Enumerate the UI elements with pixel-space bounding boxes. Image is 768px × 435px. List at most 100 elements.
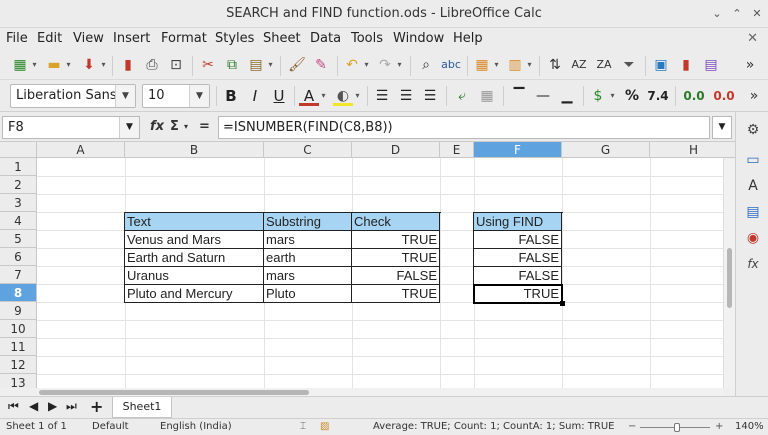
highlight-icon[interactable]: ◐ [333, 86, 353, 106]
redo-icon[interactable]: ↷ [375, 55, 395, 75]
toolbar-overflow-icon[interactable]: » [744, 86, 764, 106]
paste-dropdown-icon[interactable]: ▾ [267, 55, 274, 75]
sum-icon[interactable]: Σ [170, 119, 179, 134]
document-modified-icon[interactable]: ▨ [320, 421, 329, 432]
menu-data[interactable]: Data [310, 31, 341, 46]
cell-d8[interactable]: TRUE [352, 285, 440, 303]
page-style[interactable]: Default [92, 421, 129, 432]
menu-tools[interactable]: Tools [351, 31, 383, 46]
row-header-5[interactable]: 5 [0, 230, 37, 248]
cell-c7[interactable]: mars [264, 267, 352, 285]
row-header-13[interactable]: 13 [0, 374, 37, 388]
new-document-icon[interactable]: ▦ [10, 55, 30, 75]
row-header-4[interactable]: 4 [0, 212, 37, 230]
save-dropdown-icon[interactable]: ▾ [100, 55, 107, 75]
formula-input[interactable]: =ISNUMBER(FIND(C8,B8)) [218, 116, 710, 139]
chevron-down-icon[interactable]: ▼ [115, 85, 135, 107]
menu-sheet[interactable]: Sheet [263, 31, 301, 46]
cell-f5[interactable]: FALSE [474, 231, 562, 249]
open-dropdown-icon[interactable]: ▾ [65, 55, 72, 75]
print-icon[interactable]: ⎙ [142, 55, 162, 75]
cell-c5[interactable]: mars [264, 231, 352, 249]
previous-sheet-icon[interactable]: ◀ [29, 399, 38, 413]
wrap-text-icon[interactable]: ⤶ [452, 86, 472, 106]
row-icon[interactable]: ▦ [472, 55, 492, 75]
column-dropdown-icon[interactable]: ▾ [526, 55, 533, 75]
copy-icon[interactable]: ⧉ [222, 55, 242, 75]
row-dropdown-icon[interactable]: ▾ [493, 55, 500, 75]
row-header-8[interactable]: 8 [0, 284, 37, 302]
find-replace-icon[interactable]: ⌕ [416, 55, 436, 75]
clone-formatting-icon[interactable]: 🖌 [287, 55, 307, 75]
open-folder-icon[interactable]: ▬ [44, 55, 64, 75]
row-header-6[interactable]: 6 [0, 248, 37, 266]
function-wizard-icon[interactable]: fx [150, 119, 164, 134]
font-color-dropdown-icon[interactable]: ▾ [320, 86, 327, 106]
cell-d6[interactable]: TRUE [352, 249, 440, 267]
name-box[interactable]: F8 ▼ [2, 116, 140, 139]
cell-b7[interactable]: Uranus [125, 267, 264, 285]
percent-format-icon[interactable]: % [622, 86, 642, 106]
horizontal-scrollbar[interactable] [37, 388, 723, 396]
close-icon[interactable]: ✕ [750, 7, 764, 21]
pivot-table-icon[interactable]: ▤ [701, 55, 721, 75]
zoom-slider-handle[interactable] [674, 423, 680, 432]
row-header-2[interactable]: 2 [0, 176, 37, 194]
highlight-dropdown-icon[interactable]: ▾ [354, 86, 361, 106]
align-top-icon[interactable]: ▔ [509, 86, 529, 106]
cell-c6[interactable]: earth [264, 249, 352, 267]
close-document-icon[interactable]: ✕ [747, 31, 758, 46]
properties-icon[interactable]: ▭ [743, 150, 763, 170]
selection-summary[interactable]: Average: TRUE; Count: 1; CountA: 1; Sum:… [373, 421, 615, 432]
menu-format[interactable]: Format [161, 31, 207, 46]
clear-formatting-icon[interactable]: ✎ [311, 55, 331, 75]
next-sheet-icon[interactable]: ▶ [48, 399, 57, 413]
row-header-1[interactable]: 1 [0, 158, 37, 176]
number-format-icon[interactable]: 7.4 [645, 86, 671, 106]
merge-cells-icon[interactable]: ▦ [477, 86, 497, 106]
expand-formula-icon[interactable]: ▼ [712, 116, 732, 139]
language-status[interactable]: English (India) [160, 421, 232, 432]
font-name-combo[interactable]: Liberation Sans ▼ [10, 84, 136, 108]
column-header-h[interactable]: H [650, 142, 735, 158]
column-header-g[interactable]: G [562, 142, 650, 158]
chevron-down-icon[interactable]: ▼ [189, 85, 209, 107]
currency-format-icon[interactable]: $ [588, 86, 608, 106]
cell-f4[interactable]: Using FIND [474, 213, 562, 231]
column-icon[interactable]: ▥ [505, 55, 525, 75]
align-center-icon[interactable]: ☰ [396, 86, 416, 106]
cell-f6[interactable]: FALSE [474, 249, 562, 267]
maximize-icon[interactable]: ⌃ [730, 7, 744, 21]
vertical-scrollbar[interactable] [723, 158, 735, 388]
styles-icon[interactable]: A [743, 176, 763, 196]
cell-d7[interactable]: FALSE [352, 267, 440, 285]
toolbar-overflow-icon[interactable]: » [740, 55, 760, 75]
column-header-e[interactable]: E [440, 142, 474, 158]
row-header-10[interactable]: 10 [0, 320, 37, 338]
sum-dropdown-icon[interactable]: ▾ [184, 122, 188, 131]
last-sheet-icon[interactable]: ⏭ [66, 399, 77, 414]
scrollbar-thumb[interactable] [727, 248, 732, 308]
cell-d5[interactable]: TRUE [352, 231, 440, 249]
column-header-b[interactable]: B [125, 142, 264, 158]
zoom-in-icon[interactable]: + [715, 421, 723, 432]
italic-button[interactable]: I [245, 86, 265, 106]
spreadsheet-grid[interactable]: A B C D E F G H 1 2 3 4 5 6 7 8 9 10 11 … [0, 142, 735, 388]
insert-chart-icon[interactable]: ▮ [676, 55, 696, 75]
fill-handle[interactable] [560, 301, 565, 306]
menu-view[interactable]: View [73, 31, 104, 46]
cell-c4[interactable]: Substring [264, 213, 352, 231]
insert-image-icon[interactable]: ▣ [651, 55, 671, 75]
insert-mode-icon[interactable]: ⌶ [300, 421, 306, 432]
undo-dropdown-icon[interactable]: ▾ [363, 55, 370, 75]
sort-descending-icon[interactable]: ZA [594, 55, 614, 75]
menu-window[interactable]: Window [393, 31, 444, 46]
print-preview-icon[interactable]: ⊡ [166, 55, 186, 75]
cell-f7[interactable]: FALSE [474, 267, 562, 285]
font-color-icon[interactable]: A [299, 86, 319, 106]
row-header-7[interactable]: 7 [0, 266, 37, 284]
first-sheet-icon[interactable]: ⏮ [8, 399, 19, 414]
cell-b6[interactable]: Earth and Saturn [125, 249, 264, 267]
minimize-icon[interactable]: ⌄ [710, 7, 724, 21]
column-header-f[interactable]: F [474, 142, 562, 158]
